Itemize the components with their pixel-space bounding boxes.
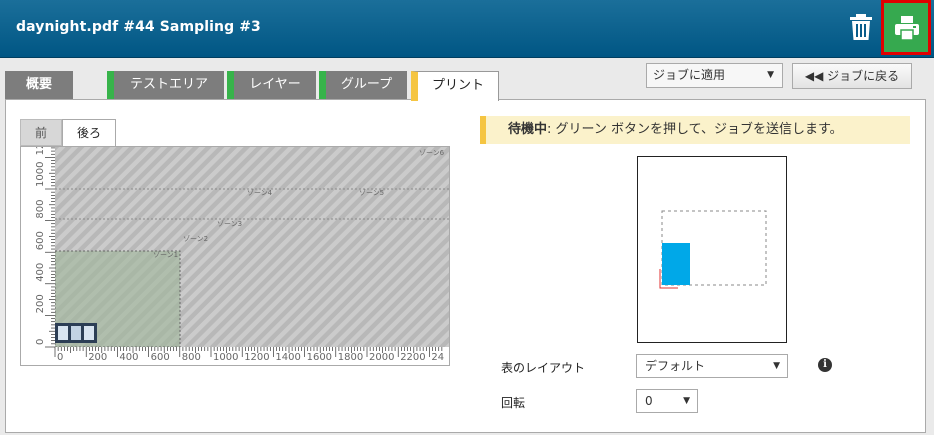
tab-test-area[interactable]: テストエリア [107,71,224,99]
chevron-down-icon: ▼ [773,361,780,371]
ruler-x-label: 1400 [275,352,300,363]
sheet-placement [662,243,690,285]
ruler-x-label: 200 [88,352,107,363]
ruler-x-label: 1000 [213,352,238,363]
chevron-down-icon: ▼ [767,70,774,80]
ruler-x-label: 800 [182,352,201,363]
ruler-y-label: 400 [35,263,46,282]
ruler-y-label: 200 [35,294,46,313]
tab-front[interactable]: 前 [20,119,62,146]
print-layout-preview [637,156,787,343]
trash-icon[interactable] [848,13,874,41]
tab-layers[interactable]: レイヤー [227,71,316,99]
apply-select-value: ジョブに適用 [653,68,726,82]
ruler-x-label: 2200 [400,352,425,363]
rotation-label: 回転 [501,396,526,410]
print-button[interactable] [881,0,931,55]
thumbnail-strip [55,323,97,343]
ruler-y-label: 800 [35,200,46,219]
ruler-x-label: 24 [431,352,444,363]
ruler-x-label: 400 [119,352,138,363]
status-message: : グリーン ボタンを押して、ジョブを送信します。 [547,122,843,137]
zone-label: ゾーン6 [419,149,445,157]
rotation-select[interactable]: 0 ▼ [636,389,698,413]
zone-label: ゾーン2 [183,235,208,243]
zone-label: ゾーン5 [359,189,384,197]
ruler-x-label: 1600 [307,352,332,363]
back-to-job-button[interactable]: ◀◀ ジョブに戻る [792,63,912,89]
layout-label: 表のレイアウト [501,361,586,375]
tab-groups[interactable]: グループ [319,71,407,99]
info-icon[interactable]: i [818,358,832,372]
app-header: daynight.pdf #44 Sampling #3 [0,0,934,58]
tab-back[interactable]: 後ろ [62,119,116,147]
ruler-y-label: 600 [35,231,46,250]
status-label: 待機中 [508,122,548,137]
layout-value: デフォルト [645,359,706,373]
tab-summary[interactable]: 概要 [5,71,73,99]
ruler-y-label: 1000 [35,162,46,187]
ruler-x-label: 600 [151,352,170,363]
status-banner: 待機中: グリーン ボタンを押して、ジョブを送信します。 [480,116,910,144]
page-title: daynight.pdf #44 Sampling #3 [16,19,261,35]
printer-icon [895,16,919,41]
ruler-x-label: 1800 [338,352,363,363]
ruler-x-label: 1200 [244,352,269,363]
ruler-x-label: 0 [57,352,63,363]
zone-label: ゾーン4 [247,189,273,197]
ruler-y-label: 0 [35,339,46,345]
tab-print[interactable]: プリント [411,71,499,101]
rotation-value: 0 [645,394,653,408]
sheet-preview-canvas: ゾーン1 ゾーン2 ゾーン3 ゾーン4 ゾーン5 ゾーン6 0 200 400 600… [21,130,449,365]
sheet-preview: ゾーン1 ゾーン2 ゾーン3 ゾーン4 ゾーン5 ゾーン6 0 200 400 600… [20,130,450,366]
zone-label: ゾーン1 [153,251,178,259]
chevron-down-icon: ▼ [683,396,690,406]
ruler-x-label: 2000 [369,352,394,363]
ruler-y-label: 1200 [35,147,46,155]
zone-label: ゾーン3 [217,220,242,228]
apply-to-job-select[interactable]: ジョブに適用 ▼ [646,63,783,88]
layout-select[interactable]: デフォルト ▼ [636,354,788,378]
